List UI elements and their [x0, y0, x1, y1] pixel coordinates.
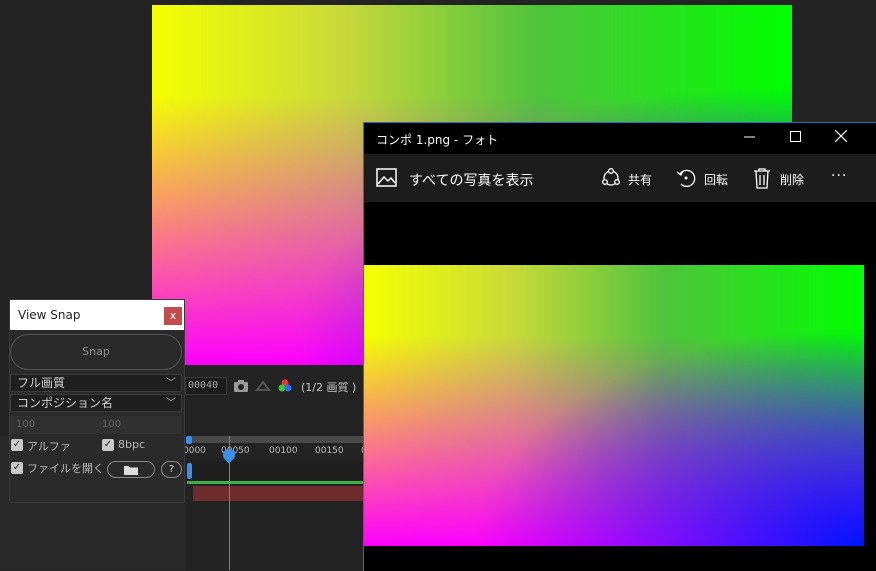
- bpc-checkbox[interactable]: ✓: [102, 439, 114, 451]
- rotate-icon[interactable]: [675, 167, 697, 189]
- size-fields: 100 100: [10, 416, 182, 434]
- view-snap-title: View Snap: [18, 308, 81, 322]
- share-button[interactable]: 共有: [628, 171, 652, 188]
- close-window-button[interactable]: [818, 123, 864, 153]
- more-icon[interactable]: ···: [831, 168, 847, 184]
- size-field-a[interactable]: 100: [16, 419, 35, 430]
- help-button[interactable]: ?: [161, 461, 182, 478]
- quality-select[interactable]: フル画質 ﹀: [10, 374, 182, 392]
- quality-select-value: フル画質: [17, 376, 66, 390]
- viewer-toolbar: 00040 (1/2 画質 ): [182, 374, 372, 398]
- minimize-button[interactable]: [726, 123, 772, 153]
- chevron-down-icon: ﹀: [166, 398, 176, 409]
- minimize-icon: [743, 136, 755, 138]
- tick-label: 00150: [315, 446, 344, 456]
- snapshot-icon[interactable]: [255, 379, 271, 393]
- view-snap-titlebar[interactable]: View Snap x: [10, 300, 184, 330]
- open-file-label: ファイルを開く: [27, 462, 104, 475]
- alpha-label: アルファ: [27, 440, 71, 453]
- image-icon[interactable]: [376, 168, 397, 187]
- work-area-start-handle[interactable]: [186, 436, 192, 444]
- filename-select-value: コンポジション名: [17, 396, 114, 410]
- rotate-button[interactable]: 回転: [704, 171, 728, 188]
- tick-label: 00100: [269, 446, 298, 456]
- folder-button[interactable]: [107, 461, 155, 478]
- photos-titlebar[interactable]: コンポ 1.png - フォト: [364, 123, 876, 153]
- close-icon: [834, 129, 848, 143]
- tick-label: 0000: [183, 446, 206, 456]
- photos-window: コンポ 1.png - フォト すべての写真を表示 共有 回転 削除 ···: [363, 122, 876, 571]
- bpc-label: 8bpc: [118, 438, 146, 451]
- timecode-field[interactable]: 00040: [185, 377, 227, 395]
- photos-toolbar: すべての写真を表示 共有 回転 削除 ···: [364, 154, 876, 202]
- trash-icon[interactable]: [753, 167, 771, 189]
- open-file-checkbox[interactable]: ✓: [11, 462, 23, 474]
- camera-icon[interactable]: [233, 379, 249, 393]
- resolution-dropdown[interactable]: (1/2 画質 ): [301, 379, 356, 395]
- alpha-checkbox[interactable]: ✓: [11, 439, 23, 451]
- view-snap-panel: View Snap x Snap フル画質 ﹀ コンポジション名 ﹀ 100 1…: [9, 299, 185, 503]
- maximize-icon: [789, 131, 801, 142]
- chevron-down-icon: ﹀: [166, 378, 176, 389]
- folder-icon: [124, 466, 138, 475]
- window-title: コンポ 1.png - フォト: [376, 133, 499, 147]
- color-channels-icon[interactable]: [277, 379, 293, 393]
- snap-button[interactable]: Snap: [10, 334, 182, 370]
- layer-in-handle[interactable]: [187, 463, 192, 479]
- see-all-photos-button[interactable]: すべての写真を表示: [409, 170, 533, 190]
- size-field-b[interactable]: 100: [102, 419, 121, 430]
- share-icon[interactable]: [600, 167, 622, 189]
- delete-button[interactable]: 削除: [780, 171, 804, 188]
- maximize-button[interactable]: [772, 123, 818, 153]
- filename-select[interactable]: コンポジション名 ﹀: [10, 394, 182, 412]
- close-button[interactable]: x: [164, 307, 182, 325]
- photo-view[interactable]: [364, 265, 864, 546]
